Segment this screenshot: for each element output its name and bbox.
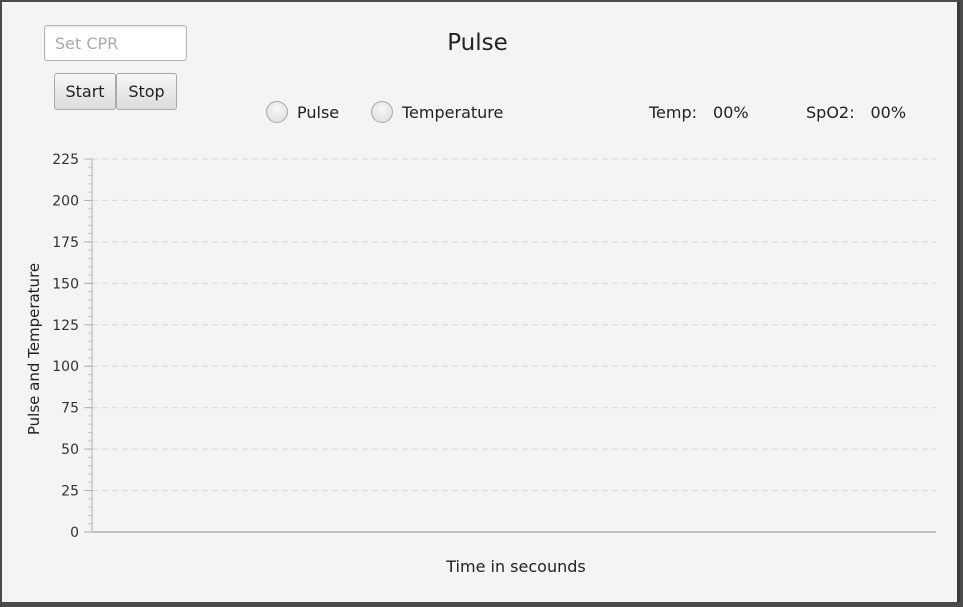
y-tick-label: 125	[52, 318, 79, 334]
x-axis-label: Time in secounds	[446, 557, 586, 576]
y-tick-label: 175	[52, 235, 79, 251]
y-tick-label: 25	[61, 484, 79, 500]
app-window: Start Stop Pulse Pulse Temperature Temp:…	[2, 2, 960, 602]
line-chart: 0 25 50 75 100 125 150 175 200 225	[52, 152, 936, 541]
y-tick-label: 75	[61, 401, 79, 417]
y-tick-label: 50	[61, 442, 79, 458]
y-tick-label: 200	[52, 193, 79, 209]
y-axis-label: Pulse and Temperature	[25, 262, 43, 436]
y-tick-label: 225	[52, 152, 79, 168]
y-tick-label: 150	[52, 276, 79, 292]
y-tick-label: 0	[70, 525, 79, 541]
y-tick-label: 100	[52, 359, 79, 375]
